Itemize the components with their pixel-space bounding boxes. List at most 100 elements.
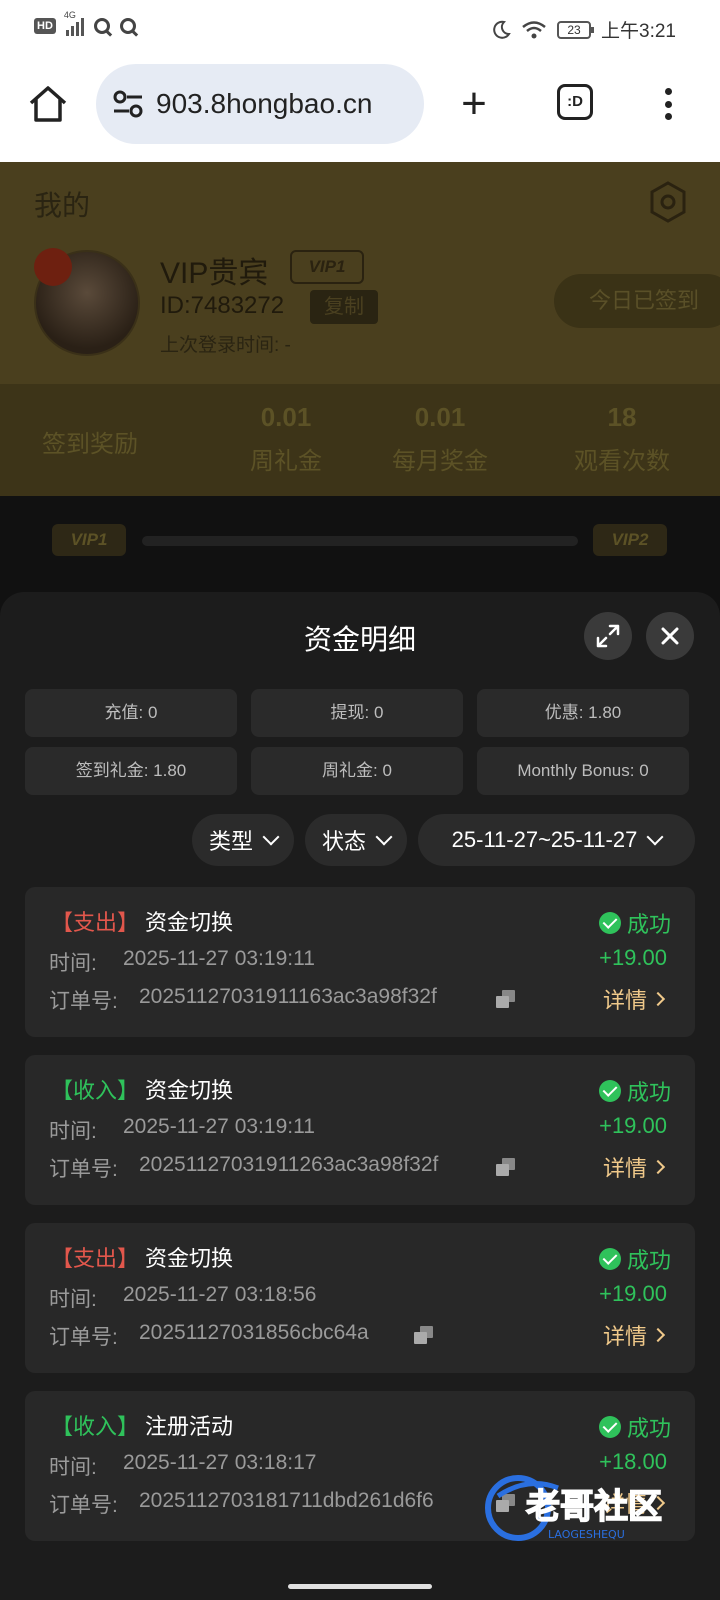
record-time: 2025-11-27 03:18:17 [123,1451,317,1474]
notification-q-icon [93,18,110,34]
vip-current-chip: VIP1 [52,524,126,556]
watermark-logo: 老哥社区 LAOGESHEQU [485,1475,663,1541]
wifi-icon [522,20,546,38]
record-title: 资金切换 [145,910,234,935]
status-filter-label: 状态 [321,829,366,854]
record-card: 【支出】 资金切换 时间: 2025-11-27 03:18:56 订单号: 2… [25,1223,695,1373]
record-detail-link[interactable]: 详情 [602,1319,666,1351]
record-status-text: 成功 [626,1416,671,1441]
weekly-bonus-value: 0.01 [260,402,312,432]
vip-level-badge: VIP1 [290,250,364,284]
close-button[interactable] [646,612,694,660]
type-filter[interactable]: 类型 [192,814,294,866]
record-time-label: 时间: [49,1456,97,1479]
moon-icon [493,20,511,39]
profile-header: 我的 VIP贵宾 VIP1 ID:7483272 复制 上次登录时间: - 今日… [0,162,720,384]
record-detail-label: 详情 [602,1156,647,1181]
monthly-bonus-label: 每月奖金 [392,448,488,475]
copy-icon[interactable] [495,1157,517,1177]
status-bar: HD 4G 23 上午3:21 [0,0,720,58]
summary-deposit: 充值: 0 [25,689,237,737]
settings-icon[interactable] [648,180,688,224]
monthly-bonus-value: 0.01 [414,402,466,432]
svg-text:老哥社区: 老哥社区 [526,1487,662,1527]
filter-bar: 类型 状态 25-11-27~25-11-27 [0,814,720,866]
record-time: 2025-11-27 03:18:56 [123,1283,317,1306]
user-id: ID:7483272 [160,292,285,319]
record-title: 资金切换 [145,1078,234,1103]
record-order-label: 订单号: [49,1158,118,1181]
type-filter-label: 类型 [208,829,253,854]
copy-icon[interactable] [495,989,517,1009]
date-range-filter[interactable]: 25-11-27~25-11-27 [418,814,695,866]
expand-icon [596,624,620,648]
record-status-text: 成功 [626,1248,671,1273]
record-type: 【收入】 [51,1078,140,1103]
site-settings-icon[interactable] [110,86,146,122]
record-status: 成功 [598,1243,671,1275]
record-order-number: 20251127031856cbc64a [139,1321,369,1344]
summary-discount: 优惠: 1.80 [477,689,689,737]
record-card: 【支出】 资金切换 时间: 2025-11-27 03:19:11 订单号: 2… [25,887,695,1037]
svg-text:LAOGESHEQU: LAOGESHEQU [548,1528,625,1541]
record-type: 【收入】 [51,1414,140,1439]
record-order-number: 2025112703181711dbd261d6f6 [139,1489,434,1512]
home-icon[interactable] [26,82,70,126]
weekly-bonus-stat: 0.01 周礼金 [226,402,346,476]
date-range-label: 25-11-27~25-11-27 [451,827,638,852]
chevron-right-icon [650,1159,666,1175]
record-detail-link[interactable]: 详情 [602,983,666,1015]
check-circle-icon [598,1416,621,1438]
tab-switcher-button[interactable]: :D [557,84,593,120]
record-time-label: 时间: [49,952,97,975]
chevron-down-icon [375,828,393,846]
copy-icon[interactable] [413,1325,435,1345]
stats-row: 签到奖励 0.01 周礼金 0.01 每月奖金 18 观看次数 [0,384,720,496]
new-tab-icon[interactable]: + [452,82,496,126]
status-filter[interactable]: 状态 [305,814,407,866]
more-menu-icon[interactable] [660,82,676,126]
signin-reward-label[interactable]: 签到奖励 [42,424,138,459]
summary-withdraw: 提现: 0 [251,689,463,737]
notification-q-icon [119,18,136,34]
hd-icon: HD [34,18,56,34]
record-time: 2025-11-27 03:19:11 [123,947,315,970]
close-icon [661,627,679,645]
copy-id-button[interactable]: 复制 [310,290,378,324]
record-detail-label: 详情 [602,1324,647,1349]
browser-toolbar: 903.8hongbao.cn + :D [0,58,720,162]
record-type: 【支出】 [51,1246,140,1271]
summary-grid: 充值: 0 提现: 0 优惠: 1.80 签到礼金: 1.80 周礼金: 0 M… [25,689,695,795]
home-indicator[interactable] [288,1584,432,1589]
battery-icon: 23 [557,20,595,39]
chevron-right-icon [650,991,666,1007]
record-detail-link[interactable]: 详情 [602,1151,666,1183]
network-type: 4G [63,10,76,20]
signal-icon: 4G [64,10,84,36]
expand-button[interactable] [584,612,632,660]
record-order-number: 20251127031911163ac3a98f32f [139,985,437,1008]
url-text: 903.8hongbao.cn [156,88,373,119]
chevron-down-icon [262,828,280,846]
record-status-text: 成功 [626,1080,671,1105]
weekly-bonus-label: 周礼金 [250,448,322,475]
fund-details-sheet: 资金明细 充值: 0 提现: 0 优惠: 1.80 签到礼金: 1.80 周礼金… [0,592,720,1600]
view-count-value: 18 [607,402,637,432]
page-title: 我的 [34,190,91,221]
record-title: 资金切换 [145,1246,234,1271]
check-circle-icon [598,1248,621,1270]
clock: 上午3:21 [601,21,676,42]
summary-weekly-bonus: 周礼金: 0 [251,747,463,795]
record-order-label: 订单号: [49,990,118,1013]
record-amount: +19.00 [599,1281,667,1306]
monthly-bonus-stat: 0.01 每月奖金 [384,402,496,476]
summary-monthly-bonus: Monthly Bonus: 0 [477,747,689,795]
record-order-number: 20251127031911263ac3a98f32f [139,1153,439,1176]
record-amount: +19.00 [599,945,667,970]
signed-in-button[interactable]: 今日已签到 [554,274,720,328]
record-card: 【收入】 资金切换 时间: 2025-11-27 03:19:11 订单号: 2… [25,1055,695,1205]
address-bar[interactable]: 903.8hongbao.cn [96,64,424,144]
record-detail-label: 详情 [602,988,647,1013]
record-type: 【支出】 [51,910,140,935]
record-time-label: 时间: [49,1120,97,1143]
